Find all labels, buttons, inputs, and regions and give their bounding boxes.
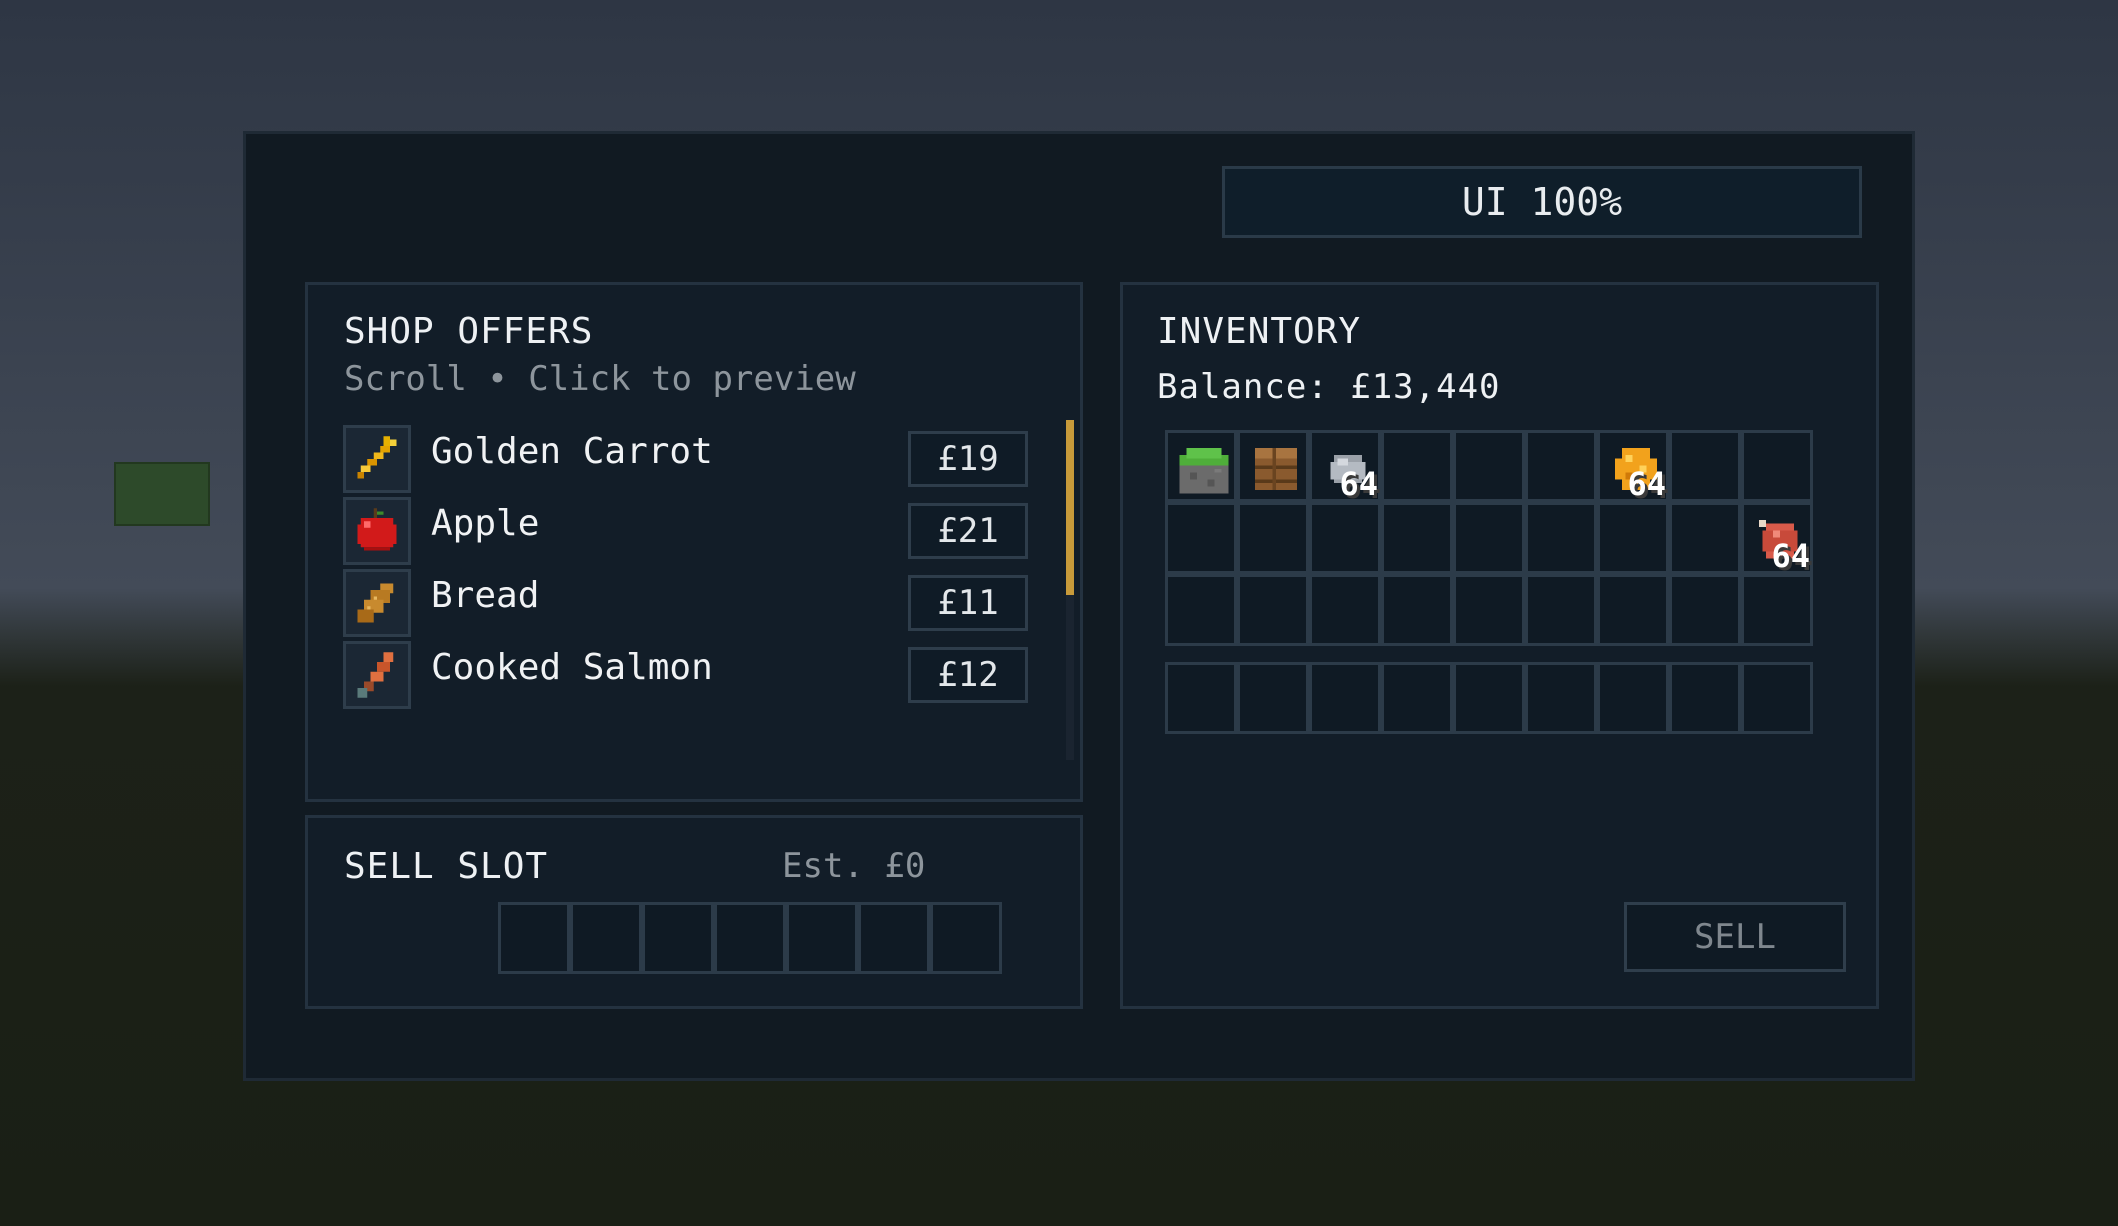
- item-count: 64: [1339, 465, 1378, 503]
- inventory-slot[interactable]: [1597, 574, 1669, 646]
- inventory-slot[interactable]: [1453, 430, 1525, 502]
- offer-name: Bread: [431, 575, 540, 616]
- balance-label: Balance: £13,440: [1157, 367, 1501, 407]
- inventory-slot[interactable]: [1381, 502, 1453, 574]
- sell-slot[interactable]: [498, 902, 570, 974]
- sell-slot-title: SELL SLOT: [344, 846, 549, 887]
- shop-offers-panel: SHOP OFFERS Scroll • Click to preview Go…: [305, 282, 1083, 802]
- offer-row-golden-carrot[interactable]: Golden Carrot £19: [343, 425, 1043, 493]
- item-count: 64: [1771, 537, 1810, 575]
- sell-slot[interactable]: [858, 902, 930, 974]
- hotbar-slot[interactable]: [1165, 662, 1237, 734]
- hotbar-slot[interactable]: [1237, 662, 1309, 734]
- offer-price: £19: [908, 431, 1028, 487]
- inventory-slot[interactable]: [1381, 574, 1453, 646]
- sell-slot[interactable]: [786, 902, 858, 974]
- sell-slot[interactable]: [930, 902, 1002, 974]
- offer-price: £11: [908, 575, 1028, 631]
- shop-offers-title: SHOP OFFERS: [344, 311, 594, 352]
- cooked-salmon-icon: [343, 641, 411, 709]
- hotbar-slot[interactable]: [1741, 662, 1813, 734]
- background-block: [114, 462, 210, 526]
- offers-scrollbar[interactable]: [1066, 420, 1074, 760]
- sell-slot-panel: SELL SLOT Est. £0: [305, 815, 1083, 1009]
- offer-row-apple[interactable]: Apple £21: [343, 497, 1043, 565]
- sell-button[interactable]: SELL: [1624, 902, 1846, 972]
- inventory-slot[interactable]: [1525, 430, 1597, 502]
- hotbar-slot[interactable]: [1309, 662, 1381, 734]
- inventory-slot[interactable]: [1309, 574, 1381, 646]
- sell-slot[interactable]: [642, 902, 714, 974]
- inventory-slot[interactable]: [1669, 502, 1741, 574]
- apple-icon: [343, 497, 411, 565]
- sell-slot[interactable]: [570, 902, 642, 974]
- inventory-slot[interactable]: [1165, 502, 1237, 574]
- inventory-slot[interactable]: [1453, 574, 1525, 646]
- inventory-slot[interactable]: [1453, 502, 1525, 574]
- offer-row-bread[interactable]: Bread £11: [343, 569, 1043, 637]
- inventory-slot[interactable]: [1165, 574, 1237, 646]
- inventory-slot[interactable]: [1741, 574, 1813, 646]
- hotbar-slot[interactable]: [1597, 662, 1669, 734]
- offer-name: Cooked Salmon: [431, 647, 713, 688]
- inventory-slot[interactable]: [1237, 502, 1309, 574]
- inventory-title: INVENTORY: [1157, 311, 1362, 352]
- inventory-slot[interactable]: [1525, 502, 1597, 574]
- inventory-slot[interactable]: [1669, 574, 1741, 646]
- hotbar-slot[interactable]: [1381, 662, 1453, 734]
- bread-icon: [343, 569, 411, 637]
- inventory-slot[interactable]: [1525, 574, 1597, 646]
- inventory-slot[interactable]: 64: [1309, 430, 1381, 503]
- inventory-slot[interactable]: 64: [1741, 502, 1813, 575]
- inventory-slot[interactable]: [1165, 430, 1237, 502]
- offer-row-cooked-salmon[interactable]: Cooked Salmon £12: [343, 641, 1043, 709]
- inventory-slot[interactable]: [1309, 502, 1381, 574]
- inventory-slot[interactable]: 64: [1597, 430, 1669, 503]
- shop-offers-subtitle: Scroll • Click to preview: [344, 359, 856, 399]
- golden-carrot-icon: [343, 425, 411, 493]
- hotbar-slot[interactable]: [1453, 662, 1525, 734]
- item-count: 64: [1627, 465, 1666, 503]
- ui-scale-button[interactable]: UI 100%: [1222, 166, 1862, 238]
- inventory-slot[interactable]: [1597, 502, 1669, 574]
- inventory-slot[interactable]: [1741, 430, 1813, 502]
- sell-estimate: Est. £0: [782, 846, 926, 886]
- hotbar-slot[interactable]: [1525, 662, 1597, 734]
- inventory-slot[interactable]: [1381, 430, 1453, 502]
- sell-slot[interactable]: [714, 902, 786, 974]
- hotbar-slot[interactable]: [1669, 662, 1741, 734]
- inventory-slot[interactable]: [1237, 574, 1309, 646]
- inventory-panel: INVENTORY Balance: £13,440 64 64 64: [1120, 282, 1879, 1009]
- scrollbar-thumb[interactable]: [1066, 420, 1074, 595]
- inventory-slot[interactable]: [1669, 430, 1741, 502]
- offer-price: £21: [908, 503, 1028, 559]
- offer-name: Apple: [431, 503, 540, 544]
- offer-name: Golden Carrot: [431, 431, 713, 472]
- inventory-slot[interactable]: [1237, 430, 1309, 502]
- offer-price: £12: [908, 647, 1028, 703]
